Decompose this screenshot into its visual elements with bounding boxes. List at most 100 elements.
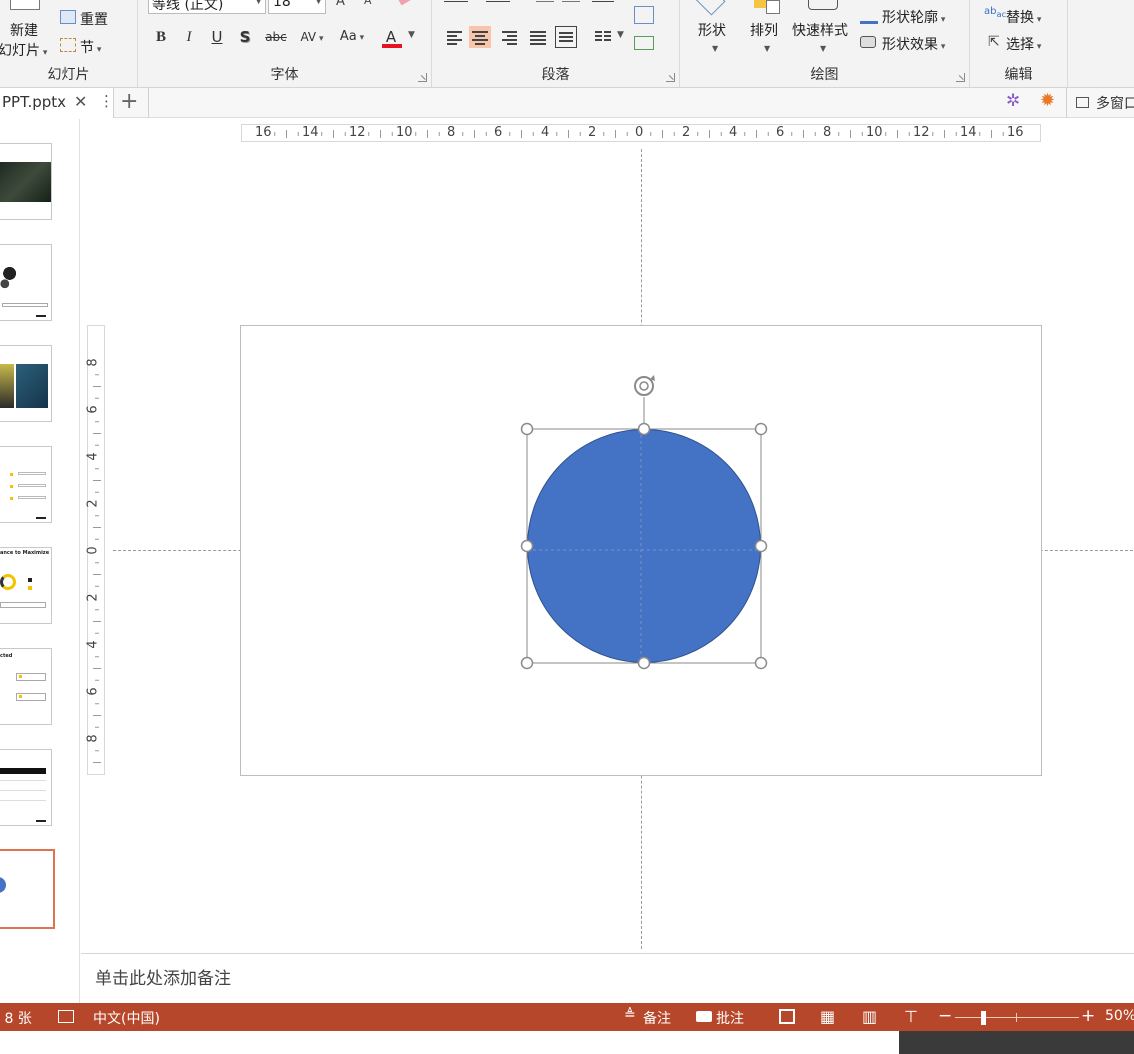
- font-dialog-launcher-icon[interactable]: [418, 73, 427, 82]
- thumbnail-legend: [28, 586, 32, 590]
- shapes-button[interactable]: 形状: [698, 20, 726, 40]
- drawing-dialog-launcher-icon[interactable]: [956, 73, 965, 82]
- thumbnail-bullet: [10, 473, 13, 476]
- columns-icon[interactable]: [592, 26, 614, 48]
- reset-button[interactable]: 重置: [80, 9, 108, 29]
- status-bar: 共 8 张 中文(中国) ≜ 备注 批注 ▦ ▥ ⊤ − + 50%: [0, 1003, 1134, 1031]
- character-spacing-button[interactable]: AV: [294, 26, 330, 48]
- slide-thumbnail[interactable]: [0, 749, 52, 826]
- align-right-icon[interactable]: [499, 26, 521, 48]
- increase-indent-icon[interactable]: [562, 0, 580, 2]
- new-slide-button-line1[interactable]: 新建: [10, 20, 38, 40]
- multi-window-button[interactable]: 多窗口: [1096, 93, 1134, 113]
- clear-format-icon[interactable]: [396, 0, 416, 6]
- ruler-label: 8: [85, 734, 101, 743]
- paragraph-dialog-launcher-icon[interactable]: [666, 73, 675, 82]
- change-case-button[interactable]: Aa: [334, 26, 370, 48]
- new-slide-button-line2[interactable]: 幻灯片: [0, 40, 47, 60]
- ruler-label: 6: [85, 687, 101, 696]
- slide-editor[interactable]: 16 14 12 10 8 6 4 2 0 2 4 6 8 10 12 14 16 8 6 4 2 0 2 4 6 8: [81, 119, 1134, 953]
- slide-sorter-icon[interactable]: ▦: [820, 1007, 835, 1026]
- below-status-area: [0, 1031, 1134, 1054]
- thumbnail-photo-right: [16, 364, 48, 408]
- slide-thumbnail[interactable]: ance to Maximize: [0, 547, 52, 624]
- comments-button[interactable]: 批注: [716, 1008, 744, 1028]
- thumbnail-legend: [28, 578, 32, 582]
- more-icon[interactable]: ⋮: [99, 92, 114, 110]
- thumbnail-table-row: [0, 790, 46, 791]
- thumbnail-title: ance to Maximize: [0, 550, 50, 556]
- new-tab-icon[interactable]: +: [120, 89, 138, 114]
- bold-button[interactable]: B: [150, 26, 172, 48]
- distributed-icon[interactable]: [555, 26, 577, 48]
- thumbnail-caption-line: [2, 303, 48, 307]
- notes-pane[interactable]: 单击此处添加备注: [81, 953, 1134, 1003]
- zoom-slider-thumb[interactable]: [981, 1011, 986, 1025]
- ruler-label: 14: [302, 125, 319, 140]
- zoom-slider-track[interactable]: [955, 1017, 1079, 1018]
- strikethrough-button[interactable]: abc: [262, 26, 290, 48]
- shape-outline-button[interactable]: 形状轮廓: [882, 7, 945, 27]
- underline-button[interactable]: U: [206, 26, 228, 48]
- bullets-icon[interactable]: [444, 0, 468, 2]
- slide-count: 共 8 张: [0, 1011, 32, 1027]
- decrease-indent-icon[interactable]: [536, 0, 554, 2]
- grow-font-icon[interactable]: A: [336, 0, 345, 9]
- font-name-select[interactable]: 等线 (正文) ▼: [148, 0, 266, 14]
- zoom-in-button[interactable]: +: [1081, 1006, 1095, 1026]
- slideshow-icon[interactable]: ⊤: [904, 1007, 918, 1026]
- chevron-down-icon[interactable]: ▼: [617, 30, 624, 40]
- shapes-icon: [694, 0, 726, 16]
- close-icon[interactable]: ✕: [74, 92, 87, 111]
- slide-thumbnail[interactable]: [0, 143, 52, 220]
- thumbnail-bullet: [19, 695, 22, 698]
- slide-thumbnail-selected[interactable]: [0, 849, 55, 929]
- replace-button[interactable]: 替换: [1006, 7, 1041, 27]
- notes-placeholder[interactable]: 单击此处添加备注: [95, 964, 231, 989]
- notes-button[interactable]: 备注: [643, 1008, 671, 1028]
- language-button[interactable]: 中文(中国): [93, 1008, 160, 1028]
- taskbar-fragment: [899, 1031, 1134, 1054]
- align-text-icon[interactable]: [634, 36, 654, 50]
- arrange-button[interactable]: 排列: [750, 20, 778, 40]
- thumbnail-table-row: [0, 780, 46, 781]
- shadow-button[interactable]: S: [234, 26, 256, 48]
- justify-icon[interactable]: [527, 26, 549, 48]
- ruler-label: 8: [447, 125, 456, 140]
- zoom-out-button[interactable]: −: [938, 1006, 952, 1026]
- zoom-slider-center-tick: [1016, 1013, 1017, 1022]
- thumbnail-line: [18, 472, 46, 475]
- italic-button[interactable]: I: [178, 26, 200, 48]
- document-tab[interactable]: PPT.pptx ✕ ⋮: [0, 88, 114, 118]
- font-group: 等线 (正文) ▼ 18 ▼ A A B I U S abc AV Aa A ▼…: [138, 0, 432, 87]
- ruler-label: 6: [494, 125, 503, 140]
- slide-thumbnail[interactable]: cted: [0, 648, 52, 725]
- align-center-icon[interactable]: [469, 26, 491, 48]
- align-left-icon[interactable]: [444, 26, 466, 48]
- chevron-down-icon[interactable]: ▼: [408, 30, 415, 40]
- tabbar-divider: [148, 88, 149, 118]
- slide-thumbnail[interactable]: [0, 345, 52, 422]
- shrink-font-icon[interactable]: A: [364, 0, 372, 7]
- slide-canvas[interactable]: [240, 325, 1042, 776]
- reading-view-icon[interactable]: ▥: [862, 1007, 877, 1026]
- spellcheck-icon[interactable]: [58, 1010, 74, 1023]
- window-icon[interactable]: [1076, 97, 1089, 108]
- text-direction-icon[interactable]: [634, 6, 654, 24]
- quick-styles-button[interactable]: 快速样式: [792, 20, 848, 40]
- slide-thumbnail[interactable]: [0, 244, 52, 321]
- slide-thumbnail[interactable]: [0, 446, 52, 523]
- select-button[interactable]: 选择: [1006, 34, 1041, 54]
- font-size-select[interactable]: 18 ▼: [268, 0, 326, 14]
- gear-icon[interactable]: ✹: [1040, 90, 1055, 111]
- chevron-down-icon: ▼: [255, 0, 262, 6]
- numbering-icon[interactable]: [486, 0, 510, 2]
- tabbar-divider-2: [1066, 88, 1067, 118]
- normal-view-icon[interactable]: [779, 1009, 795, 1024]
- zoom-level[interactable]: 50%: [1105, 1008, 1134, 1024]
- shape-effects-button[interactable]: 形状效果: [882, 34, 945, 54]
- line-spacing-icon[interactable]: [592, 0, 614, 2]
- ruler-label: 2: [588, 125, 597, 140]
- section-button[interactable]: 节: [80, 37, 101, 57]
- sparkle-icon[interactable]: ✲: [1006, 91, 1020, 111]
